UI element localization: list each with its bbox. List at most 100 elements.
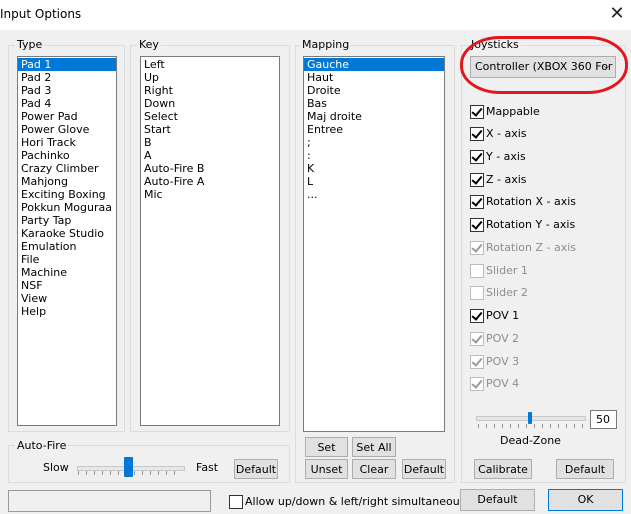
status-field [8, 490, 211, 512]
key-list-item[interactable]: Auto-Fire A [141, 175, 279, 188]
type-list-item[interactable]: Help [18, 305, 116, 318]
checkbox-box[interactable] [470, 150, 484, 164]
mapping-list-item[interactable]: K [304, 162, 444, 175]
autofire-slider-thumb[interactable] [123, 457, 133, 477]
checkbox-box [470, 286, 484, 300]
unset-button[interactable]: Unset [305, 459, 348, 479]
type-list-item[interactable]: Mahjong [18, 175, 116, 188]
type-list-item[interactable]: Machine [18, 266, 116, 279]
joystick-option-checkbox[interactable]: Rotation Y - axis [470, 218, 610, 232]
type-list-item[interactable]: Exciting Boxing [18, 188, 116, 201]
calibrate-button[interactable]: Calibrate [474, 459, 532, 479]
autofire-fast-label: Fast [196, 461, 219, 474]
checkbox-box [470, 241, 484, 255]
mapping-list-item[interactable]: Maj droite [304, 110, 444, 123]
key-list-item[interactable]: Auto-Fire B [141, 162, 279, 175]
checkbox-box[interactable] [470, 105, 484, 119]
mapping-list-item[interactable]: Droite [304, 84, 444, 97]
type-list-item[interactable]: Pad 3 [18, 84, 116, 97]
mapping-default-button[interactable]: Default [402, 459, 446, 479]
simultaneous-checkbox-label: Allow up/down & left/right simultaneousl… [245, 495, 475, 508]
checkbox-label: POV 4 [486, 377, 520, 390]
joystick-option-checkbox: Slider 2 [470, 286, 610, 300]
type-listbox[interactable]: Pad 1 Pad 2 Pad 3 Pad 4 Power Pad Power Glove… [17, 56, 117, 426]
simultaneous-checkbox[interactable]: Allow up/down & left/right simultaneousl… [229, 495, 475, 509]
type-list-item[interactable]: View [18, 292, 116, 305]
key-list-item[interactable]: Mic [141, 188, 279, 201]
footer-default-button[interactable]: Default [460, 489, 535, 511]
mapping-list-item[interactable]: ; [304, 136, 444, 149]
type-list-item[interactable]: Pad 1 [18, 58, 116, 71]
checkbox-label: Slider 1 [486, 264, 528, 277]
set-button[interactable]: Set [305, 437, 348, 457]
ok-button[interactable]: OK [548, 489, 623, 511]
window-title: Input Options [0, 7, 82, 21]
clear-button[interactable]: Clear [352, 459, 396, 479]
checkbox-box[interactable] [470, 218, 484, 232]
autofire-group-label: Auto-Fire [15, 439, 69, 452]
joystick-option-checkbox[interactable]: Y - axis [470, 150, 610, 164]
type-list-item[interactable]: Pachinko [18, 149, 116, 162]
checkbox-box[interactable] [470, 127, 484, 141]
key-list-item[interactable]: A [141, 149, 279, 162]
checkbox-box [470, 377, 484, 391]
checkbox-box[interactable] [470, 309, 484, 323]
type-list-item[interactable]: Emulation [18, 240, 116, 253]
joystick-option-checkbox: POV 2 [470, 332, 610, 346]
deadzone-label: Dead-Zone [500, 434, 561, 447]
joystick-option-checkbox[interactable]: Z - axis [470, 173, 610, 187]
deadzone-slider-ticks [478, 424, 584, 428]
simultaneous-checkbox-box[interactable] [229, 495, 243, 509]
checkbox-label: Mappable [486, 105, 540, 118]
mapping-list-item[interactable]: Haut [304, 71, 444, 84]
checkbox-box [470, 264, 484, 278]
type-list-item[interactable]: File [18, 253, 116, 266]
deadzone-slider-thumb[interactable] [528, 412, 532, 424]
deadzone-value-field[interactable]: 50 [590, 410, 617, 429]
highlight-annotation [460, 36, 628, 94]
set-all-button[interactable]: Set All [352, 437, 396, 457]
type-list-item[interactable]: Crazy Climber [18, 162, 116, 175]
joystick-default-button[interactable]: Default [556, 459, 614, 479]
checkbox-box[interactable] [470, 173, 484, 187]
key-list-item[interactable]: Right [141, 84, 279, 97]
checkbox-label: POV 2 [486, 332, 520, 345]
mapping-list-item[interactable]: Entree [304, 123, 444, 136]
joystick-option-checkbox[interactable]: Rotation X - axis [470, 195, 610, 209]
joystick-option-checkbox[interactable]: Mappable [470, 105, 610, 119]
type-list-item[interactable]: Karaoke Studio [18, 227, 116, 240]
key-list-item[interactable]: Select [141, 110, 279, 123]
key-list-item[interactable]: Left [141, 58, 279, 71]
checkbox-label: X - axis [486, 127, 527, 140]
type-list-item[interactable]: Hori Track [18, 136, 116, 149]
joystick-option-checkbox[interactable]: X - axis [470, 127, 610, 141]
checkbox-label: Rotation X - axis [486, 195, 577, 208]
type-list-item[interactable]: Power Glove [18, 123, 116, 136]
checkbox-label: POV 3 [486, 355, 520, 368]
joystick-option-checkbox: POV 4 [470, 377, 610, 391]
type-list-item[interactable]: NSF [18, 279, 116, 292]
key-listbox[interactable]: Left Up Right Down Select Start B A Auto-Fire BA… [140, 56, 280, 426]
key-list-item[interactable]: B [141, 136, 279, 149]
mapping-list-item[interactable]: Bas [304, 97, 444, 110]
type-list-item[interactable]: Power Pad [18, 110, 116, 123]
autofire-default-button[interactable]: Default [234, 459, 278, 479]
checkbox-box[interactable] [470, 195, 484, 209]
joystick-option-checkbox[interactable]: POV 1 [470, 309, 610, 323]
mapping-list-item[interactable]: ... [304, 188, 444, 201]
type-list-item[interactable]: Pad 4 [18, 97, 116, 110]
key-list-item[interactable]: Up [141, 71, 279, 84]
key-list-item[interactable]: Start [141, 123, 279, 136]
mapping-list-item[interactable]: L [304, 175, 444, 188]
type-list-item[interactable]: Party Tap [18, 214, 116, 227]
mapping-list-item[interactable]: Gauche [304, 58, 444, 71]
checkbox-label: POV 1 [486, 309, 520, 322]
key-list-item[interactable]: Down [141, 97, 279, 110]
mapping-listbox[interactable]: Gauche Haut Droite Bas Maj droite Entree;: K L.… [303, 56, 445, 432]
close-icon[interactable]: ✕ [606, 3, 628, 25]
type-list-item[interactable]: Pokkun Moguraa [18, 201, 116, 214]
type-group-label: Type [15, 38, 45, 51]
type-list-item[interactable]: Pad 2 [18, 71, 116, 84]
joystick-option-checkbox: Slider 1 [470, 264, 610, 278]
mapping-list-item[interactable]: : [304, 149, 444, 162]
